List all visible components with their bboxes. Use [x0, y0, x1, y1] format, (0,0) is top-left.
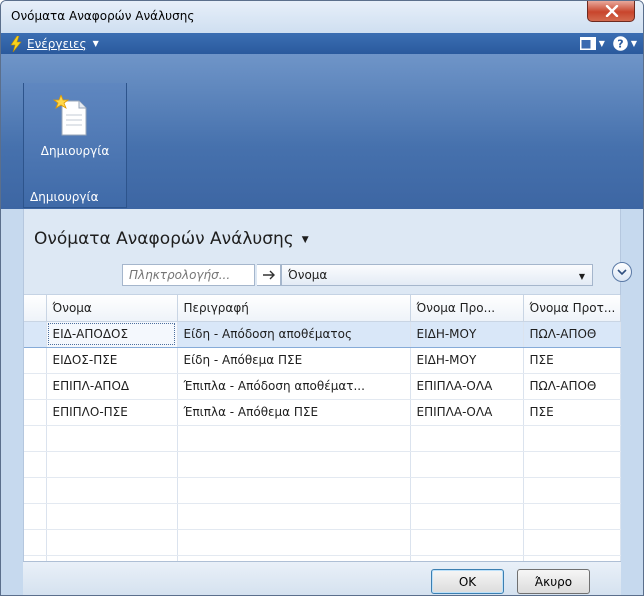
- help-icon: ?: [613, 36, 628, 51]
- row-selector[interactable]: [24, 320, 47, 348]
- arrow-right-icon: [262, 270, 275, 280]
- data-table: Όνομα Περιγραφή Όνομα Προ... Όνομα Προτ.…: [24, 295, 621, 582]
- table-row[interactable]: ΕΙΔΟΣ-ΠΣΕ Είδη - Απόθεμα ΠΣΕ ΕΙΔΗ-ΜΟΥ ΠΣ…: [24, 347, 621, 374]
- empty-row[interactable]: [24, 503, 621, 530]
- ok-button[interactable]: OK: [431, 569, 504, 594]
- table-cell[interactable]: Έπιπλα - Απόδοση αποθέματ...: [177, 373, 411, 400]
- chevron-down-icon: ▼: [92, 39, 99, 48]
- table-cell[interactable]: ΕΠΙΠΛ-ΑΠΟΔ: [46, 373, 178, 400]
- create-button-label: Δημιουργία: [40, 144, 110, 158]
- chevron-down-icon: ▼: [301, 235, 309, 245]
- filter-field-select[interactable]: Όνομα ▼: [281, 264, 593, 286]
- actions-menu[interactable]: Ενέργειες ▼: [10, 35, 99, 52]
- table-cell[interactable]: Είδη - Απόθεμα ΠΣΕ: [177, 347, 411, 374]
- data-grid: Όνομα Περιγραφή Όνομα Προ... Όνομα Προτ.…: [24, 294, 621, 582]
- cancel-button[interactable]: Άκυρο: [517, 569, 590, 594]
- title-bar[interactable]: Ονόματα Αναφορών Ανάλυσης: [1, 1, 643, 33]
- svg-text:?: ?: [617, 38, 623, 51]
- table-row[interactable]: ΕΠΙΠΛ-ΑΠΟΔ Έπιπλα - Απόδοση αποθέματ... …: [24, 373, 621, 400]
- table-cell[interactable]: Έπιπλα - Απόθεμα ΠΣΕ: [177, 399, 411, 426]
- row-selector-header: [24, 295, 47, 322]
- ribbon-group-label: Δημιουργία: [30, 190, 99, 204]
- chevron-down-icon: ▼: [578, 272, 585, 281]
- chevron-down-icon: ▼: [598, 39, 605, 48]
- table-cell[interactable]: ΠΩΛ-ΑΠΟΘ: [523, 373, 621, 400]
- column-header-name[interactable]: Όνομα: [46, 295, 178, 322]
- lightning-icon: [10, 35, 22, 52]
- table-cell[interactable]: Είδη - Απόδοση αποθέματος: [177, 320, 411, 348]
- dialog-window: Ονόματα Αναφορών Ανάλυσης Ενέργειες ▼ ▼: [0, 0, 644, 596]
- empty-row[interactable]: [24, 425, 621, 452]
- new-document-icon: [53, 95, 87, 136]
- column-header-second-name[interactable]: Όνομα Προτ...: [523, 295, 621, 322]
- action-bar: Ενέργειες ▼ ▼ ? ▼: [1, 33, 643, 54]
- layout-menu-button[interactable]: ▼: [579, 37, 605, 50]
- table-cell[interactable]: ΕΠΙΠΛΑ-ΟΛΑ: [410, 373, 524, 400]
- expand-chevron-icon: [617, 269, 627, 276]
- column-header-description[interactable]: Περιγραφή: [177, 295, 411, 322]
- column-header-first-name[interactable]: Όνομα Προ...: [410, 295, 524, 322]
- table-cell[interactable]: ΕΙΔΗ-ΜΟΥ: [410, 347, 524, 374]
- row-selector[interactable]: [24, 373, 47, 400]
- table-cell[interactable]: ΕΙΔΗ-ΜΟΥ: [410, 320, 524, 348]
- actions-menu-label: Ενέργειες: [27, 36, 87, 51]
- search-input[interactable]: [122, 264, 255, 286]
- close-icon: [605, 5, 619, 17]
- header-row: Όνομα Περιγραφή Όνομα Προ... Όνομα Προτ.…: [24, 295, 621, 322]
- table-cell[interactable]: ΠΣΕ: [523, 399, 621, 426]
- table-row[interactable]: ΕΙΔ-ΑΠΟΔΟΣ Είδη - Απόδοση αποθέματος ΕΙΔ…: [24, 320, 621, 348]
- table-cell[interactable]: ΕΙΔ-ΑΠΟΔΟΣ: [46, 320, 178, 348]
- window-title: Ονόματα Αναφορών Ανάλυσης: [11, 9, 195, 23]
- row-selector[interactable]: [24, 399, 47, 426]
- empty-row[interactable]: [24, 529, 621, 556]
- table-cell[interactable]: ΕΠΙΠΛΟ-ΠΣΕ: [46, 399, 178, 426]
- table-cell[interactable]: ΠΣΕ: [523, 347, 621, 374]
- empty-row[interactable]: [24, 477, 621, 504]
- page-title[interactable]: Ονόματα Αναφορών Ανάλυσης ▼: [34, 229, 309, 249]
- filter-field-value: Όνομα: [288, 268, 328, 282]
- expand-filter-button[interactable]: [612, 262, 632, 282]
- apply-filter-button[interactable]: [257, 264, 281, 286]
- chevron-down-icon: ▼: [630, 39, 637, 48]
- create-button[interactable]: Δημιουργία: [29, 93, 121, 183]
- row-selector[interactable]: [24, 347, 47, 374]
- help-menu-button[interactable]: ? ▼: [613, 36, 637, 51]
- content-area: Ονόματα Αναφορών Ανάλυσης ▼ Όνομα ▼: [23, 209, 632, 582]
- table-cell[interactable]: ΠΩΛ-ΑΠΟΘ: [523, 320, 621, 348]
- table-row[interactable]: ΕΠΙΠΛΟ-ΠΣΕ Έπιπλα - Απόθεμα ΠΣΕ ΕΠΙΠΛΑ-Ο…: [24, 399, 621, 426]
- layout-icon: [579, 37, 596, 50]
- dialog-footer: OK Άκυρο: [23, 561, 621, 595]
- table-cell[interactable]: ΕΙΔΟΣ-ΠΣΕ: [46, 347, 178, 374]
- page-title-text: Ονόματα Αναφορών Ανάλυσης: [34, 229, 294, 249]
- close-button[interactable]: [587, 1, 635, 22]
- empty-row[interactable]: [24, 451, 621, 478]
- table-cell[interactable]: ΕΠΙΠΛΑ-ΟΛΑ: [410, 399, 524, 426]
